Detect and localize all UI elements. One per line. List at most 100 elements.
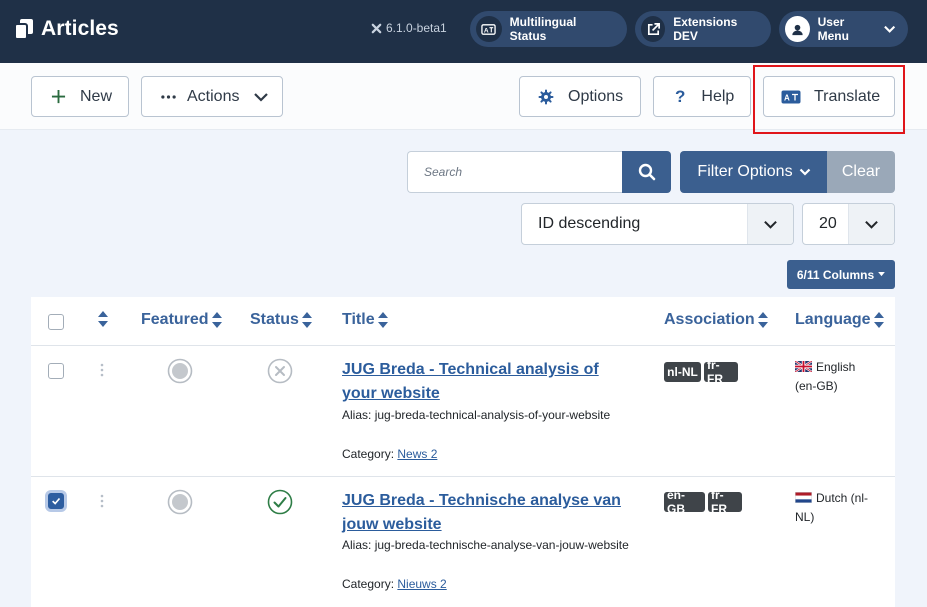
article-title-link[interactable]: JUG Breda - Technische analyse van jouw … — [342, 489, 632, 537]
actions-label: Actions — [187, 87, 240, 105]
page-title: Articles — [41, 17, 119, 40]
alias-value: jug-breda-technische-analyse-van-jouw-we… — [374, 538, 629, 552]
language-cell: Dutch (nl-NL) — [795, 489, 877, 527]
caret-down-icon — [878, 272, 886, 277]
chevron-down-icon — [799, 168, 810, 176]
published-status-icon[interactable] — [267, 489, 293, 515]
svg-text:A: A — [484, 27, 489, 34]
articles-icon — [14, 19, 33, 40]
user-menu-button[interactable]: User Menu — [779, 11, 908, 47]
article-title-link[interactable]: JUG Breda - Technical analysis of your w… — [342, 358, 632, 406]
category-link[interactable]: News 2 — [397, 447, 437, 461]
columns-button[interactable]: 6/11 Columns — [787, 260, 895, 289]
help-button[interactable]: ? Help — [653, 76, 751, 117]
status-header[interactable]: Status — [250, 311, 312, 329]
extensions-dev-button[interactable]: Extensions DEV — [635, 11, 771, 47]
table-header: Featured Status Title Association Langua… — [31, 297, 895, 346]
sort-icon — [211, 312, 222, 328]
category-label: Category: — [342, 447, 395, 461]
options-button[interactable]: Options — [519, 76, 641, 117]
alias-label: Alias: — [342, 538, 372, 552]
sort-icon — [873, 312, 884, 328]
language-cell: English (en-GB) — [795, 358, 877, 396]
title-header[interactable]: Title — [342, 311, 388, 329]
select-all-checkbox[interactable] — [48, 314, 64, 330]
user-menu-label: User Menu — [817, 15, 849, 43]
header-bar: Articles 6.1.0-beta1 A Multilingual Stat… — [0, 0, 927, 63]
limit-value: 20 — [819, 215, 837, 232]
actions-button[interactable]: Actions — [141, 76, 283, 117]
language-header[interactable]: Language — [795, 311, 884, 329]
search-icon — [638, 163, 655, 181]
question-icon: ? — [675, 86, 686, 106]
user-icon — [785, 16, 810, 42]
extensions-dev-label: Extensions DEV — [673, 15, 738, 43]
association-badge[interactable]: fr-FR — [704, 358, 738, 386]
check-icon — [52, 497, 61, 505]
article-category: Category: News 2 — [342, 444, 636, 464]
multilingual-status-button[interactable]: A Multilingual Status — [470, 11, 627, 47]
language-header-label: Language — [795, 311, 871, 328]
category-label: Category: — [342, 577, 395, 591]
ordering-value: ID descending — [538, 215, 641, 232]
chevron-down-icon — [254, 92, 269, 102]
category-link[interactable]: Nieuws 2 — [397, 577, 446, 591]
ordering-sort-header[interactable] — [98, 311, 108, 327]
article-alias: Alias: jug-breda-technische-analyse-van-… — [342, 535, 636, 555]
new-label: New — [80, 87, 113, 105]
sort-icon — [757, 312, 768, 328]
association-header[interactable]: Association — [664, 311, 768, 329]
articles-table: Featured Status Title Association Langua… — [31, 297, 895, 607]
search-input[interactable] — [407, 151, 623, 193]
association-header-label: Association — [664, 311, 755, 328]
row-checkbox[interactable] — [48, 493, 64, 509]
row-checkbox[interactable] — [48, 363, 64, 379]
multilingual-status-label: Multilingual Status — [509, 15, 577, 43]
featured-header-label: Featured — [141, 311, 209, 328]
association-badge[interactable]: nl-NL — [664, 362, 701, 382]
version-label: 6.1.0-beta1 — [370, 21, 447, 35]
translate-highlight-box — [753, 65, 905, 134]
brand: Articles — [14, 17, 119, 41]
alias-label: Alias: — [342, 408, 372, 422]
title-header-label: Title — [342, 311, 375, 328]
filter-options-label: Filter Options — [697, 163, 793, 180]
search-button[interactable] — [622, 151, 671, 193]
joomla-icon — [371, 23, 382, 33]
clear-button[interactable]: Clear — [827, 151, 895, 193]
table-row: JUG Breda - Technische analyse van jouw … — [31, 477, 895, 607]
version-text: 6.1.0-beta1 — [386, 21, 447, 35]
options-label: Options — [568, 87, 624, 105]
featured-toggle-icon[interactable] — [167, 489, 193, 515]
sort-icon — [98, 311, 108, 327]
ordering-select[interactable]: ID descending — [521, 203, 794, 245]
table-row: JUG Breda - Technical analysis of your w… — [31, 346, 895, 477]
language-icon: A — [476, 16, 502, 42]
status-header-label: Status — [250, 311, 299, 328]
plus-icon — [51, 89, 66, 104]
association-badge[interactable]: fr-FR — [708, 488, 742, 516]
nl-flag-icon — [795, 492, 812, 503]
unpublished-status-icon[interactable] — [267, 358, 293, 384]
gear-icon — [538, 89, 554, 104]
external-link-icon — [641, 16, 666, 42]
drag-handle-icon[interactable] — [100, 494, 104, 508]
filter-options-button[interactable]: Filter Options — [680, 151, 828, 193]
association-badge[interactable]: en-GB — [664, 488, 705, 516]
help-label: Help — [701, 87, 735, 105]
chevron-down-icon — [747, 204, 793, 244]
featured-header[interactable]: Featured — [141, 311, 222, 329]
article-alias: Alias: jug-breda-technical-analysis-of-y… — [342, 405, 636, 425]
chevron-down-icon — [883, 25, 895, 33]
sort-icon — [377, 312, 388, 328]
limit-select[interactable]: 20 — [802, 203, 895, 245]
chevron-down-icon — [848, 204, 894, 244]
drag-handle-icon[interactable] — [100, 363, 104, 377]
featured-toggle-icon[interactable] — [167, 358, 193, 384]
ellipsis-icon — [161, 94, 176, 99]
clear-label: Clear — [841, 163, 881, 180]
sort-icon — [301, 312, 312, 328]
new-button[interactable]: New — [31, 76, 129, 117]
article-category: Category: Nieuws 2 — [342, 574, 636, 594]
uk-flag-icon — [795, 361, 812, 372]
